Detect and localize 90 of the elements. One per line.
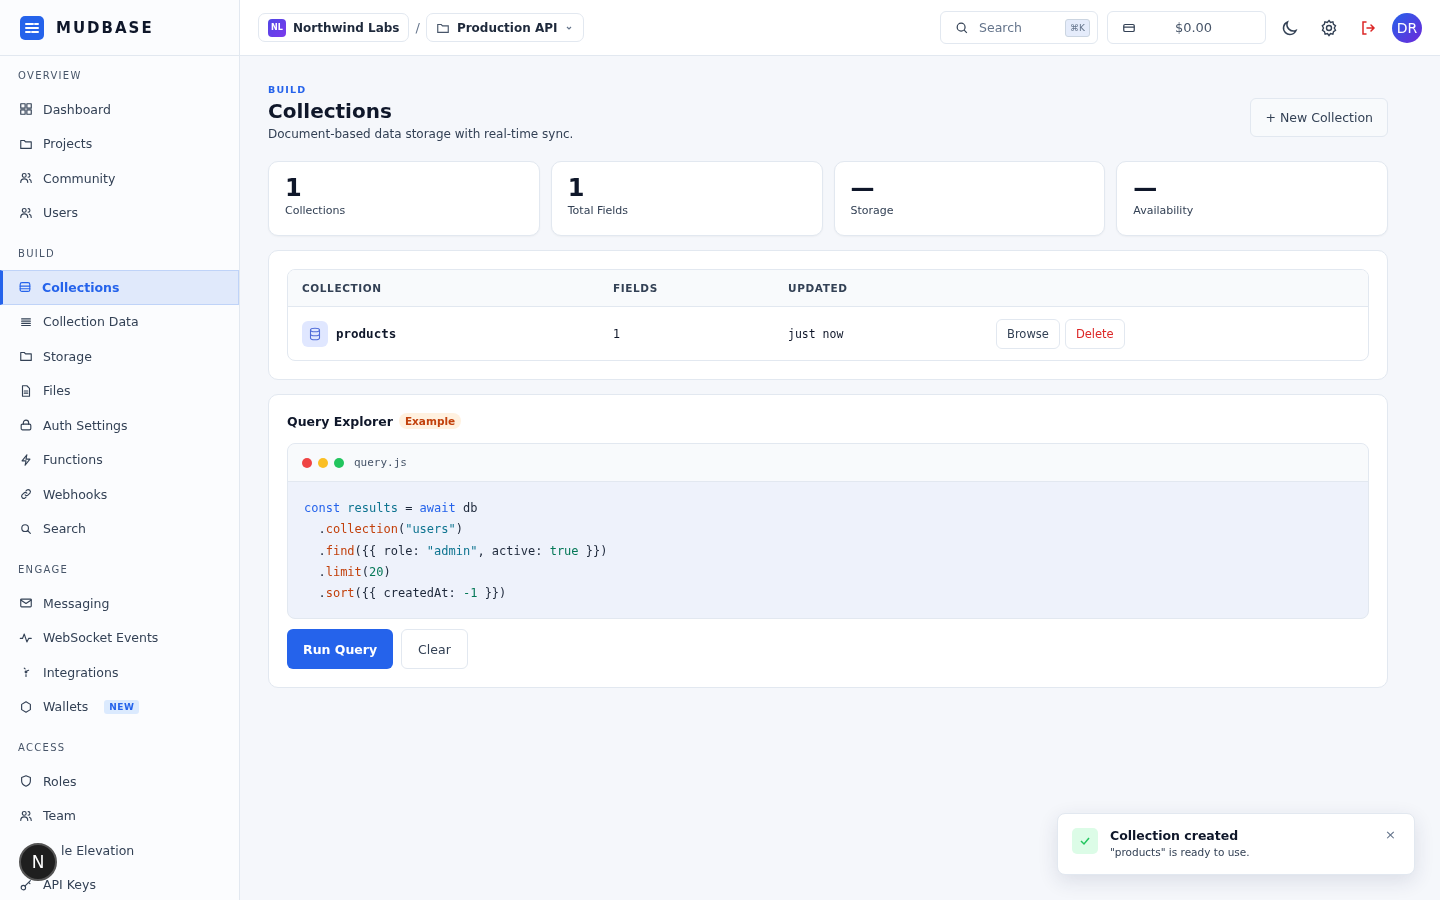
section-heading: ENGAGE <box>17 564 70 577</box>
new-collection-button[interactable]: + New Collection <box>1250 98 1388 137</box>
sidebar-item[interactable]: Functions <box>0 442 239 477</box>
sidebar-item[interactable]: Projects <box>0 126 239 161</box>
code-line: .find({{ role: "admin", active: true }}) <box>317 542 609 560</box>
stat-value: 1 <box>567 173 586 204</box>
logo-icon <box>20 15 44 40</box>
file-icon <box>19 383 33 398</box>
search-icon <box>955 20 969 35</box>
shortcut-key: ⌘K <box>1065 18 1090 37</box>
table-cell-text: just now <box>788 326 845 341</box>
organization-avatar: NL <box>268 18 286 37</box>
page-subtitle: Document-based data storage with real-time sync. <box>268 127 574 141</box>
search-icon <box>19 521 33 536</box>
search-box[interactable]: Search ⌘K <box>940 11 1098 44</box>
sidebar-item[interactable]: Auth Settings <box>0 408 239 443</box>
sidebar-item[interactable]: Collection Data <box>0 304 239 339</box>
lightning-icon <box>19 452 33 467</box>
lock-icon <box>19 418 33 433</box>
grid-icon <box>19 102 33 117</box>
window-dots-icon <box>302 457 344 468</box>
floating-badge-button[interactable]: N <box>19 843 57 881</box>
settings-icon[interactable] <box>1319 17 1339 38</box>
link-icon <box>19 487 33 502</box>
stat-value: — <box>850 173 876 204</box>
user-avatar[interactable]: DR <box>1392 12 1422 43</box>
file-name: query.js <box>354 456 407 469</box>
delete-button[interactable]: Delete <box>1064 318 1125 349</box>
table-cell-text: 1 <box>613 326 622 341</box>
pulse-icon <box>19 630 33 645</box>
page-title: Collections <box>268 99 393 123</box>
sidebar-item[interactable]: Messaging <box>0 586 239 621</box>
code-line: const results = await db <box>304 500 479 517</box>
users-icon <box>19 205 33 220</box>
example-badge: Example <box>398 413 462 429</box>
new-badge: NEW <box>104 699 140 714</box>
sidebar-item[interactable]: Storage <box>0 339 239 374</box>
sidebar-item[interactable]: Community <box>0 161 239 196</box>
project-switcher[interactable]: Production API <box>425 13 585 42</box>
stat-label: Collections <box>285 204 347 217</box>
key-icon <box>19 877 33 892</box>
mail-icon <box>19 596 33 611</box>
column-header: UPDATED <box>788 282 849 294</box>
code-line: .sort({{ createdAt: -1 }}) <box>317 585 508 603</box>
card-title: Query Explorer <box>287 413 393 429</box>
users-icon <box>19 171 33 186</box>
collection-name: products <box>336 326 397 341</box>
sidebar-item[interactable]: le Elevation <box>60 833 239 868</box>
sidebar-item[interactable]: Team <box>0 798 239 833</box>
hexagon-icon <box>19 699 33 714</box>
section-heading: ACCESS <box>17 742 67 755</box>
column-header: FIELDS <box>613 282 659 294</box>
sidebar-item[interactable]: Webhooks <box>0 477 239 512</box>
sidebar-item[interactable]: Integrations <box>0 655 239 690</box>
sidebar-item[interactable]: Dashboard <box>0 92 239 127</box>
folder-icon <box>19 349 33 364</box>
toast-message: "products" is ready to use. <box>1110 846 1251 858</box>
sidebar-item[interactable]: Search <box>0 511 239 546</box>
breadcrumb-separator: / <box>415 20 420 35</box>
sidebar-item[interactable]: Wallets NEW <box>0 689 239 724</box>
section-heading: OVERVIEW <box>17 70 83 83</box>
stat-value: 1 <box>285 173 303 204</box>
database-icon <box>18 280 32 295</box>
database-icon <box>302 320 328 347</box>
search-field[interactable]: Search <box>977 19 1057 36</box>
balance-button[interactable]: $0.00 <box>1107 11 1266 44</box>
section-heading: BUILD <box>17 248 56 261</box>
close-button[interactable]: × <box>1381 828 1400 842</box>
organization-switcher[interactable]: NL Northwind Labs <box>258 13 410 42</box>
stat-label: Total Fields <box>567 204 630 217</box>
check-icon <box>1072 828 1098 854</box>
sidebar-item[interactable]: Users <box>0 195 239 230</box>
sidebar-item[interactable]: Roles <box>0 764 239 799</box>
page-eyebrow: BUILD <box>268 84 308 95</box>
sidebar-item[interactable]: WebSocket Events <box>0 620 239 655</box>
brand-name: MUDBASE <box>56 18 154 37</box>
run-query-button[interactable]: Run Query <box>287 629 394 670</box>
toast-title: Collection created <box>1110 828 1240 843</box>
column-header: COLLECTION <box>302 282 383 294</box>
stat-value: — <box>1133 173 1159 204</box>
code-line: .collection("users") <box>317 521 464 539</box>
users-icon <box>19 808 33 823</box>
sidebar-item[interactable]: Collections <box>0 270 239 305</box>
code-line: .limit(20) <box>317 563 392 581</box>
shield-icon <box>19 774 33 789</box>
browse-button[interactable]: Browse <box>996 318 1060 349</box>
stat-label: Storage <box>850 204 895 217</box>
sidebar-item[interactable]: Files <box>0 373 239 408</box>
clear-button[interactable]: Clear <box>401 629 468 670</box>
stat-label: Availability <box>1133 204 1195 217</box>
